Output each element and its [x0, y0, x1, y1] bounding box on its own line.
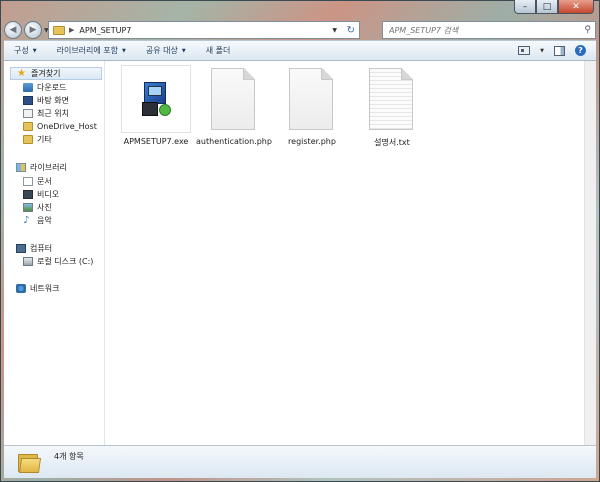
include-in-library-label: 라이브러리에 포함 [56, 46, 119, 55]
folder-icon [18, 452, 42, 474]
include-in-library-button[interactable]: 라이브러리에 포함 ▼ [47, 45, 136, 56]
documents-icon [23, 176, 33, 186]
file-list: APMSETUP7.exe authentication.php registe… [106, 61, 584, 445]
sidebar-item-recent-places[interactable]: 최근 위치 [23, 107, 69, 119]
sidebar-item-network[interactable]: 네트워크 [16, 282, 59, 294]
chevron-down-icon: ▼ [32, 47, 37, 54]
refresh-icon[interactable]: ↻ [347, 25, 355, 36]
sidebar-item-label: 다운로드 [37, 82, 67, 92]
libraries-icon [16, 162, 26, 172]
sidebar-item-label: 음악 [37, 215, 52, 225]
help-icon[interactable]: ? [575, 45, 586, 56]
music-icon: ♪ [23, 214, 30, 226]
sidebar-item-label: 라이브러리 [30, 162, 67, 172]
text-document-icon [357, 65, 427, 133]
file-name: 설명서.txt [374, 138, 410, 147]
chevron-down-icon: ▼ [181, 47, 186, 54]
downloads-icon [23, 82, 33, 92]
item-count: 4개 항목 [54, 452, 84, 461]
recent-places-icon [23, 108, 33, 118]
videos-icon [23, 189, 33, 199]
sidebar-item-local-disk[interactable]: 로컬 디스크 (C:) [23, 255, 93, 267]
computer-icon [16, 243, 26, 253]
folder-icon [23, 134, 33, 144]
chevron-down-icon[interactable]: ▼ [540, 48, 544, 54]
content-area: ★ 즐겨찾기 다운로드 바탕 화면 최근 위치 OneDrive_Host 기타 … [4, 61, 596, 445]
sidebar-item-music[interactable]: ♪ 음악 [23, 214, 52, 226]
blank-document-icon [199, 65, 269, 133]
sidebar-item-onedrive-host[interactable]: OneDrive_Host [23, 120, 97, 132]
folder-icon [53, 25, 65, 35]
change-view-icon[interactable] [518, 46, 531, 55]
sidebar-item-desktop[interactable]: 바탕 화면 [23, 94, 69, 106]
sidebar-item-label: 비디오 [37, 189, 60, 199]
navigation-bar: ◀ ▶ ▼ ▶ APM_SETUP7 ▼ ↻ ⚲ [4, 18, 596, 42]
sidebar-item-label: 기타 [37, 134, 52, 144]
sidebar-item-videos[interactable]: 비디오 [23, 188, 59, 200]
command-bar: 구성 ▼ 라이브러리에 포함 ▼ 공유 대상 ▼ 새 폴더 ▼ ? [4, 40, 596, 61]
sidebar-item-label: 컴퓨터 [30, 243, 53, 253]
desktop-icon [23, 95, 33, 105]
details-pane: 4개 항목 [4, 445, 596, 478]
file-name: register.php [288, 137, 336, 146]
sidebar-item-label: 최근 위치 [37, 108, 69, 118]
view-controls: ▼ ? [518, 45, 586, 56]
file-item[interactable]: register.php [273, 65, 351, 146]
vertical-scrollbar[interactable] [584, 61, 596, 445]
sidebar-item-downloads[interactable]: 다운로드 [23, 81, 66, 93]
sidebar-item-label: OneDrive_Host [37, 121, 97, 131]
maximize-button[interactable]: □ [536, 0, 558, 14]
installer-icon [121, 65, 191, 133]
blank-document-icon [277, 65, 347, 133]
sidebar-item-label: 네트워크 [30, 283, 60, 293]
back-button[interactable]: ◀ [4, 21, 22, 39]
sidebar-item-other[interactable]: 기타 [23, 133, 52, 145]
search-icon[interactable]: ⚲ [584, 25, 591, 35]
sidebar-item-libraries[interactable]: 라이브러리 [16, 161, 67, 173]
sidebar-item-label: 바탕 화면 [37, 95, 69, 105]
share-with-button[interactable]: 공유 대상 ▼ [136, 45, 196, 56]
search-box[interactable]: ⚲ [382, 21, 596, 39]
sidebar-item-computer[interactable]: 컴퓨터 [16, 242, 52, 254]
close-button[interactable]: ✕ [558, 0, 594, 14]
share-with-label: 공유 대상 [145, 46, 178, 55]
chevron-right-icon[interactable]: ▶ [69, 26, 74, 34]
sidebar-item-label: 로컬 디스크 (C:) [37, 256, 94, 266]
sidebar-item-documents[interactable]: 문서 [23, 175, 52, 187]
breadcrumb-path[interactable]: APM_SETUP7 [79, 26, 131, 35]
file-item[interactable]: 설명서.txt [353, 65, 431, 148]
navigation-pane: ★ 즐겨찾기 다운로드 바탕 화면 최근 위치 OneDrive_Host 기타 … [4, 61, 105, 445]
new-folder-label: 새 폴더 [205, 46, 231, 55]
new-folder-button[interactable]: 새 폴더 [196, 45, 241, 56]
preview-pane-icon[interactable] [554, 45, 565, 56]
sidebar-item-label: 즐겨찾기 [31, 69, 61, 78]
window-controls: – □ ✕ [514, 0, 594, 14]
chevron-down-icon: ▼ [122, 47, 126, 54]
file-name: authentication.php [196, 137, 272, 146]
file-name: APMSETUP7.exe [123, 137, 189, 146]
arrow-left-icon: ◀ [9, 25, 17, 35]
pictures-icon [23, 202, 33, 212]
address-bar[interactable]: ▶ APM_SETUP7 ▼ ↻ [48, 21, 360, 39]
search-input[interactable] [389, 25, 579, 35]
star-icon: ★ [17, 68, 26, 79]
organize-label: 구성 [14, 46, 29, 55]
file-item[interactable]: authentication.php [195, 65, 273, 146]
sidebar-item-label: 사진 [37, 202, 52, 212]
sidebar-item-label: 문서 [37, 176, 52, 186]
chevron-down-icon[interactable]: ▼ [332, 27, 337, 34]
sidebar-item-pictures[interactable]: 사진 [23, 201, 52, 213]
arrow-right-icon: ▶ [29, 25, 37, 35]
forward-button[interactable]: ▶ [24, 21, 42, 39]
hard-disk-icon [23, 256, 33, 266]
network-icon [16, 283, 26, 293]
organize-button[interactable]: 구성 ▼ [4, 45, 47, 56]
sidebar-item-favorites[interactable]: ★ 즐겨찾기 [10, 67, 102, 80]
folder-icon [23, 121, 33, 131]
file-item[interactable]: APMSETUP7.exe [117, 65, 195, 146]
minimize-button[interactable]: – [514, 0, 536, 14]
